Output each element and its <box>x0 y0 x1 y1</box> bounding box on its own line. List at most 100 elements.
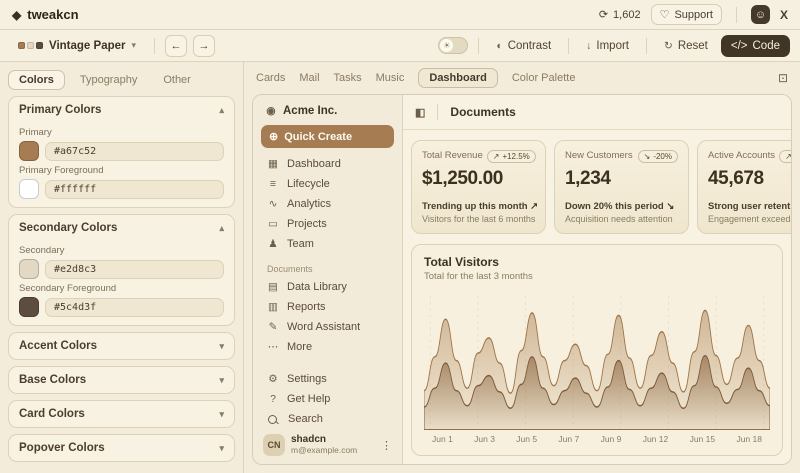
section-popover-header[interactable]: Popover Colors ▾ <box>9 435 234 461</box>
stat-footer-line1: Down 20% this period ↘ <box>565 201 678 212</box>
sidebar-item-reports[interactable]: ▥ Reports <box>261 297 394 317</box>
hex-input[interactable]: #e2d8c3 <box>45 260 224 279</box>
tab-colors[interactable]: Colors <box>8 70 65 90</box>
preview-tabs: Cards Mail Tasks Music Dashboard Color P… <box>244 62 800 92</box>
section-popover-colors: Popover Colors ▾ <box>8 434 235 462</box>
theme-name: Vintage Paper <box>49 40 126 52</box>
app-header: ◆ tweakcn ⟳ 1,602 ♡ Support ☺ X <box>0 0 800 30</box>
redo-button[interactable]: → <box>193 35 215 57</box>
maximize-icon[interactable]: ⊡ <box>778 71 788 85</box>
page-title: Documents <box>450 105 515 119</box>
tab-color-palette[interactable]: Color Palette <box>512 72 576 84</box>
reset-button[interactable]: ↻ Reset <box>657 36 715 56</box>
trend-badge: ↘ -20% <box>638 150 678 163</box>
sidebar-item-get-help[interactable]: ? Get Help <box>261 389 394 409</box>
sidebar-item-analytics[interactable]: ∿ Analytics <box>261 194 394 214</box>
undo-button[interactable]: ← <box>165 35 187 57</box>
chart-icon: ∿ <box>267 198 279 210</box>
quick-create-button[interactable]: ⊕ Quick Create <box>261 125 394 148</box>
chart-x-label: Jun 1 <box>432 434 453 444</box>
import-icon: ↓ <box>586 40 591 52</box>
sidebar-item-search[interactable]: Search <box>261 409 394 429</box>
section-card-header[interactable]: Card Colors ▾ <box>9 401 234 427</box>
chevron-up-icon: ▴ <box>219 223 224 234</box>
hex-input[interactable]: #5c4d3f <box>45 298 224 317</box>
preview-content: ◧ Documents Total Revenue ↗ +12.5% <box>403 95 791 464</box>
contrast-button[interactable]: ◐ Contrast <box>489 36 558 56</box>
sidebar-item-label: Settings <box>287 373 327 385</box>
sidebar-item-projects[interactable]: ▭ Projects <box>261 214 394 234</box>
section-title: Primary Colors <box>19 104 101 116</box>
theme-toolbar: Vintage Paper ▾ ← → ☀ ◐ Contrast ↓ Impor… <box>0 30 800 62</box>
org-logo-icon: ◉ <box>265 105 277 117</box>
sidebar-item-label: Search <box>288 413 323 425</box>
chevron-down-icon: ▾ <box>219 443 224 454</box>
help-icon: ? <box>267 393 279 405</box>
tab-dashboard[interactable]: Dashboard <box>418 68 497 88</box>
sidebar-item-label: Dashboard <box>287 158 341 170</box>
trend-up-icon: ↗ <box>785 152 791 161</box>
code-label: Code <box>753 40 781 52</box>
tab-other[interactable]: Other <box>152 70 202 90</box>
tab-typography[interactable]: Typography <box>69 70 148 90</box>
section-card-colors: Card Colors ▾ <box>8 400 235 428</box>
database-icon: ▤ <box>267 281 279 293</box>
tab-mail[interactable]: Mail <box>299 72 319 84</box>
color-field-row: #e2d8c3 <box>19 259 224 279</box>
section-title: Base Colors <box>19 374 86 386</box>
gear-icon: ⚙ <box>267 373 279 385</box>
sidebar-item-more[interactable]: ⋯ More <box>261 337 394 357</box>
hex-input[interactable]: #a67c52 <box>45 142 224 161</box>
sidebar-item-word-assistant[interactable]: ✎ Word Assistant <box>261 317 394 337</box>
color-swatch[interactable] <box>19 141 39 161</box>
theme-selector[interactable]: Vintage Paper ▾ <box>10 37 144 55</box>
user-menu[interactable]: CN shadcn m@example.com ⋮ <box>261 429 394 456</box>
dashboard-preview: ◉ Acme Inc. ⊕ Quick Create ▦ Dashboard ≡… <box>252 94 792 465</box>
chevron-up-icon: ▴ <box>219 105 224 116</box>
chart-x-labels: Jun 1Jun 3Jun 5Jun 7Jun 9Jun 12Jun 15Jun… <box>424 430 770 444</box>
sidebar-item-lifecycle[interactable]: ≡ Lifecycle <box>261 174 394 194</box>
x-twitter-button[interactable]: X <box>780 8 788 22</box>
stat-footer-line2: Visitors for the last 6 months <box>422 214 535 224</box>
app-brand[interactable]: ◆ tweakcn <box>12 7 79 22</box>
panel-left-icon[interactable]: ◧ <box>415 106 425 119</box>
code-button[interactable]: </> Code <box>721 35 790 57</box>
stat-title: New Customers <box>565 150 633 161</box>
sun-icon: ☀ <box>440 39 453 52</box>
badge-value: +12.5% <box>502 152 529 161</box>
color-swatch[interactable] <box>19 297 39 317</box>
trend-down-icon: ↘ <box>644 152 651 161</box>
discord-button[interactable]: ☺ <box>751 5 770 24</box>
support-button[interactable]: ♡ Support <box>651 4 722 25</box>
trend-badge: ↗ +12.5% <box>487 150 536 163</box>
github-stars-button[interactable]: ⟳ 1,602 <box>599 8 641 21</box>
import-button[interactable]: ↓ Import <box>579 36 636 56</box>
section-secondary-header[interactable]: Secondary Colors ▴ <box>9 215 234 241</box>
section-primary-header[interactable]: Primary Colors ▴ <box>9 97 234 123</box>
tab-music[interactable]: Music <box>376 72 405 84</box>
chart-x-label: Jun 15 <box>690 434 716 444</box>
sidebar-item-dashboard[interactable]: ▦ Dashboard <box>261 154 394 174</box>
sidebar-item-settings[interactable]: ⚙ Settings <box>261 369 394 389</box>
sidebar-item-data-library[interactable]: ▤ Data Library <box>261 277 394 297</box>
field-label: Primary Foreground <box>19 165 224 176</box>
sidebar-item-label: Reports <box>287 301 326 313</box>
toolbar-divider <box>478 38 479 54</box>
tab-cards[interactable]: Cards <box>256 72 285 84</box>
header-actions: ⟳ 1,602 ♡ Support ☺ X <box>599 4 788 25</box>
org-switcher[interactable]: ◉ Acme Inc. <box>261 103 394 125</box>
color-swatch[interactable] <box>19 179 39 199</box>
preview-content-header: ◧ Documents <box>403 95 791 130</box>
section-accent-header[interactable]: Accent Colors ▾ <box>9 333 234 359</box>
sidebar-item-team[interactable]: ♟ Team <box>261 234 394 254</box>
section-base-header[interactable]: Base Colors ▾ <box>9 367 234 393</box>
hex-input[interactable]: #ffffff <box>45 180 224 199</box>
main-area: Colors Typography Other Primary Colors ▴… <box>0 62 800 473</box>
color-swatch[interactable] <box>19 259 39 279</box>
section-primary-body: Primary #a67c52 Primary Foreground #ffff… <box>9 127 234 207</box>
tab-tasks[interactable]: Tasks <box>334 72 362 84</box>
heart-icon: ♡ <box>660 8 670 21</box>
ellipsis-vertical-icon[interactable]: ⋮ <box>381 439 392 452</box>
theme-mode-toggle[interactable]: ☀ <box>438 37 468 54</box>
section-accent-colors: Accent Colors ▾ <box>8 332 235 360</box>
